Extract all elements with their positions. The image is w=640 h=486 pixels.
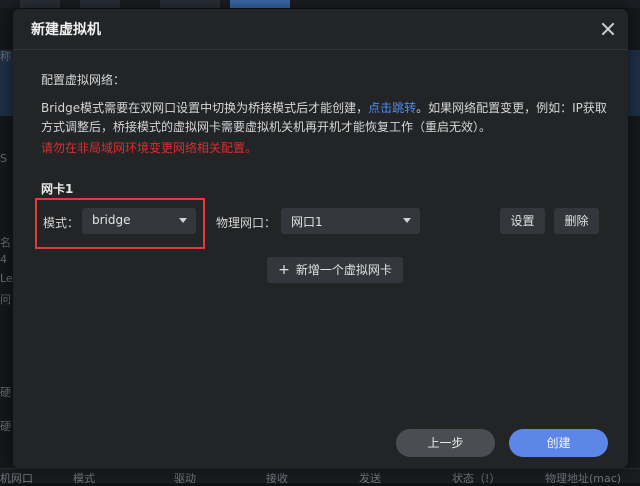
description-text: Bridge模式需要在双网口设置中切换为桥接模式后才能创建，	[41, 101, 369, 115]
background-tab	[160, 0, 220, 8]
background-tab	[20, 0, 60, 8]
physical-port-label: 物理网口：	[216, 216, 277, 230]
background-tabbar	[0, 0, 640, 8]
background-text: 硬	[0, 420, 11, 433]
background-column-header: 模式	[73, 472, 95, 485]
previous-step-button[interactable]: 上一步	[396, 429, 495, 457]
mode-select-value: bridge	[92, 213, 131, 227]
section-title: 配置虚拟网络：	[41, 73, 126, 87]
mode-label: 模式：	[43, 216, 80, 230]
background-text: 名	[0, 236, 11, 249]
background-right-strip	[628, 8, 640, 482]
background-column-header: 发送	[359, 472, 381, 485]
delete-button[interactable]: 删除	[554, 208, 599, 234]
background-text: S	[0, 152, 7, 165]
background-text: 4	[0, 253, 7, 266]
caret-down-icon	[179, 218, 187, 223]
background-column-header: 状态（!）	[452, 472, 501, 485]
network-description: Bridge模式需要在双网口设置中切换为桥接模式后才能创建，点击跳转。如果网络配…	[41, 99, 611, 137]
background-column-header: 物理地址(mac)	[545, 472, 622, 485]
dialog-header: 新建虚拟机	[13, 9, 628, 50]
background-tab-active	[230, 0, 290, 8]
background-text: 硬	[0, 386, 11, 399]
close-icon[interactable]	[600, 21, 616, 37]
create-button[interactable]: 创建	[509, 429, 608, 457]
warning-text: 请勿在非局域网环境变更网络相关配置。	[41, 141, 258, 155]
nic-title: 网卡1	[41, 182, 74, 196]
background-column-header: 接收	[266, 472, 288, 485]
physical-port-select[interactable]: 网口1	[281, 208, 420, 234]
mode-select[interactable]: bridge	[82, 208, 196, 234]
background-table-header	[0, 468, 640, 483]
background-tab	[80, 0, 120, 8]
background-column-header: 机网口	[0, 472, 33, 485]
plus-icon: +	[278, 262, 290, 278]
background-text: 问	[0, 293, 11, 306]
add-nic-label: 新增一个虚拟网卡	[295, 263, 392, 277]
jump-link[interactable]: 点击跳转	[368, 101, 416, 115]
settings-button[interactable]: 设置	[500, 208, 545, 234]
background-column-header: 驱动	[174, 472, 196, 485]
physical-port-value: 网口1	[291, 215, 323, 229]
dialog-title: 新建虚拟机	[31, 22, 101, 38]
background-text: Le	[0, 272, 13, 285]
background-text: 称	[0, 50, 11, 63]
background-selected-row	[628, 50, 640, 116]
add-nic-button[interactable]: + 新增一个虚拟网卡	[267, 257, 403, 283]
new-vm-dialog: 新建虚拟机 配置虚拟网络： Bridge模式需要在双网口设置中切换为桥接模式后才…	[13, 9, 628, 468]
caret-down-icon	[403, 218, 411, 223]
